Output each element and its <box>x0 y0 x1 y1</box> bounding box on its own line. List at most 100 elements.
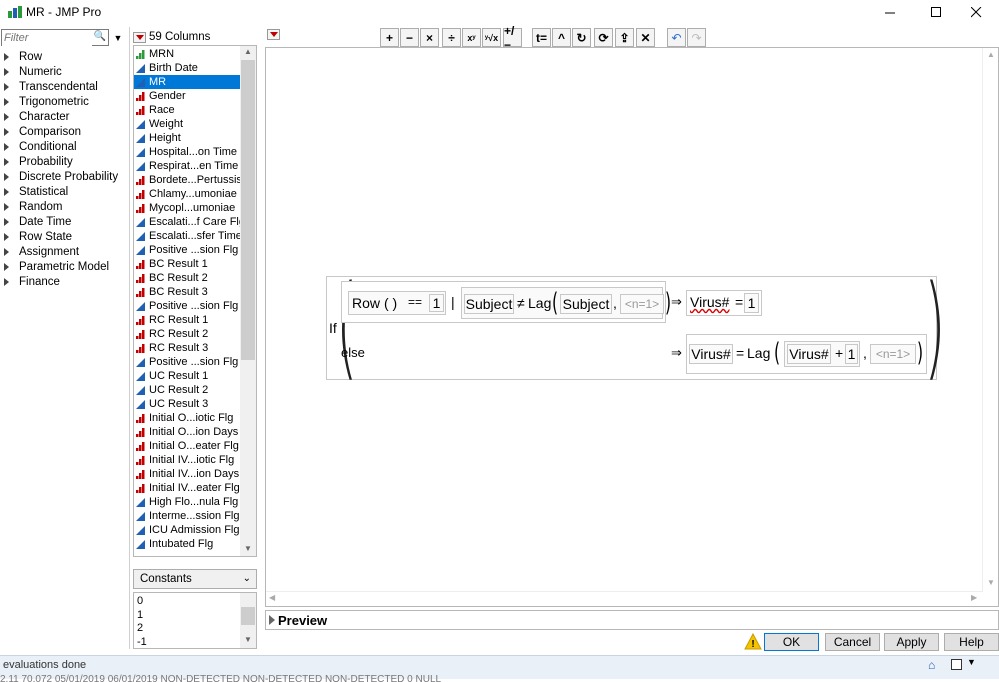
constants-dropdown[interactable]: Constants ⌄ <box>133 569 257 589</box>
column-item[interactable]: UC Result 2 <box>134 383 240 397</box>
function-category-character[interactable]: Character <box>4 109 70 124</box>
column-item[interactable]: Intubated Flg <box>134 537 240 551</box>
column-item[interactable]: Mycopl...umoniae <box>134 201 240 215</box>
subject-column-arg[interactable]: Subject <box>560 294 612 314</box>
column-item[interactable]: Initial O...iotic Flg <box>134 411 240 425</box>
apply-button[interactable]: Apply <box>884 633 939 651</box>
column-item[interactable]: Height <box>134 131 240 145</box>
n-placeholder[interactable]: <n=1> <box>620 294 664 314</box>
function-category-discrete-probability[interactable]: Discrete Probability <box>4 169 118 184</box>
function-category-conditional[interactable]: Conditional <box>4 139 77 154</box>
columns-menu-icon[interactable] <box>133 31 146 43</box>
column-item[interactable]: High Flo...nula Flg <box>134 495 240 509</box>
formula-menu-icon[interactable] <box>267 29 280 40</box>
column-item[interactable]: Initial IV...eater Flg <box>134 481 240 495</box>
column-item[interactable]: Escalati...sfer Time <box>134 229 242 243</box>
column-item[interactable]: Gender <box>134 89 240 103</box>
column-item[interactable]: Positive ...sion Flg <box>134 243 240 257</box>
function-category-transcendental[interactable]: Transcendental <box>4 79 98 94</box>
column-item[interactable]: Chlamy...umoniae <box>134 187 240 201</box>
divide-button[interactable]: ÷ <box>442 28 461 47</box>
column-item[interactable]: RC Result 3 <box>134 341 240 355</box>
column-item[interactable]: Initial IV...iotic Flg <box>134 453 240 467</box>
minimize-button[interactable] <box>867 0 913 25</box>
column-item[interactable]: Hospital...on Time <box>134 145 240 159</box>
home-icon[interactable]: ⌂ <box>928 658 935 672</box>
constant-item[interactable]: 2 <box>137 622 143 634</box>
filter-dropdown-button[interactable]: ▼ <box>111 29 125 46</box>
const-one[interactable]: 1 <box>429 294 444 312</box>
column-item[interactable]: Respirat...en Time <box>134 159 240 173</box>
scroll-down-icon[interactable]: ▼ <box>244 635 252 644</box>
power-button[interactable]: xʸ <box>462 28 481 47</box>
constant-item[interactable]: 0 <box>137 595 143 607</box>
const-one[interactable]: 1 <box>845 344 858 364</box>
constants-scroll-thumb[interactable] <box>241 607 255 625</box>
close-button[interactable] <box>953 0 999 25</box>
subtract-button[interactable]: − <box>400 28 419 47</box>
window-list-icon[interactable] <box>951 659 962 670</box>
column-item[interactable]: Initial O...ion Days <box>134 425 240 439</box>
column-item[interactable]: BC Result 3 <box>134 285 240 299</box>
scroll-left-icon[interactable]: ◀ <box>269 593 275 602</box>
columns-scroll-thumb[interactable] <box>241 60 255 360</box>
constant-item[interactable]: -1 <box>137 636 147 648</box>
function-category-statistical[interactable]: Statistical <box>4 184 68 199</box>
warning-icon[interactable]: ! <box>744 633 762 650</box>
columns-list[interactable]: MRN Birth Date MR Gender Race Weight Height Hos… <box>133 45 257 557</box>
column-item[interactable]: BC Result 2 <box>134 271 240 285</box>
row-eq-expr[interactable]: Row ( ) == 1 <box>348 291 446 315</box>
virus-column[interactable]: Virus# <box>690 294 729 310</box>
virus-column-arg[interactable]: Virus# <box>787 344 831 364</box>
root-button[interactable]: ʸ√x <box>482 28 501 47</box>
column-item[interactable]: RC Result 1 <box>134 313 240 327</box>
function-category-probability[interactable]: Probability <box>4 154 73 169</box>
constant-item[interactable]: 1 <box>137 609 143 621</box>
editor-hscroll[interactable]: ◀ ▶ <box>266 591 983 606</box>
rerun-button[interactable]: ⟳ <box>594 28 613 47</box>
expand-triangle-icon[interactable] <box>269 615 275 625</box>
column-item[interactable]: UC Result 1 <box>134 369 240 383</box>
lift-button[interactable]: ⇪ <box>615 28 634 47</box>
column-item[interactable]: Bordete...Pertussis <box>134 173 242 187</box>
column-item[interactable]: Initial IV...ion Days <box>134 467 240 481</box>
virus-column[interactable]: Virus# <box>689 344 733 364</box>
function-category-row[interactable]: Row <box>4 49 42 64</box>
function-category-numeric[interactable]: Numeric <box>4 64 62 79</box>
column-item[interactable]: Interme...ssion Flg <box>134 509 240 523</box>
column-item[interactable]: MRN <box>134 47 240 61</box>
multiply-button[interactable]: × <box>420 28 439 47</box>
column-item[interactable]: Initial O...eater Flg <box>134 439 240 453</box>
cancel-button[interactable]: Cancel <box>825 633 880 651</box>
column-item[interactable]: RC Result 2 <box>134 327 240 341</box>
preview-section[interactable]: Preview <box>265 610 999 630</box>
column-item[interactable]: Escalati...f Care Flg <box>134 215 245 229</box>
raise-button[interactable]: ^ <box>552 28 571 47</box>
undo-button[interactable]: ↶ <box>667 28 686 47</box>
column-item[interactable]: Race <box>134 103 240 117</box>
filter-input[interactable] <box>2 30 92 46</box>
then-assign-expr[interactable]: Virus# = 1 <box>686 290 762 316</box>
function-category-random[interactable]: Random <box>4 199 62 214</box>
column-item[interactable]: Positive ...sion Flg <box>134 299 240 313</box>
else-assign-expr[interactable]: Virus# = Lag ( Virus# + 1 , <n=1> ) <box>686 334 927 374</box>
function-category-row-state[interactable]: Row State <box>4 229 72 244</box>
scroll-up-icon[interactable]: ▲ <box>244 47 252 56</box>
column-item[interactable]: Positive ...sion Flg <box>134 355 240 369</box>
function-category-finance[interactable]: Finance <box>4 274 60 289</box>
n-placeholder[interactable]: <n=1> <box>870 344 916 364</box>
virus-plus-expr[interactable]: Virus# + 1 <box>784 341 860 367</box>
subject-column[interactable]: Subject <box>464 294 514 314</box>
negate-button[interactable]: +/− <box>503 24 522 52</box>
scroll-up-icon[interactable]: ▲ <box>987 50 995 59</box>
delete-button[interactable]: ✕ <box>636 28 655 47</box>
scroll-down-icon[interactable]: ▼ <box>987 578 995 587</box>
scroll-right-icon[interactable]: ▶ <box>971 593 977 602</box>
add-button[interactable]: + <box>380 28 399 47</box>
const-one[interactable]: 1 <box>744 293 759 313</box>
constants-scrollbar[interactable]: ▼ <box>240 593 256 648</box>
help-button[interactable]: Help <box>944 633 999 651</box>
subject-neq-expr[interactable]: Subject ≠ Lag ( Subject , <n=1> ) <box>461 287 671 319</box>
editor-vscroll[interactable]: ▲ ▼ <box>982 48 998 591</box>
column-item[interactable]: Birth Date <box>134 61 240 75</box>
